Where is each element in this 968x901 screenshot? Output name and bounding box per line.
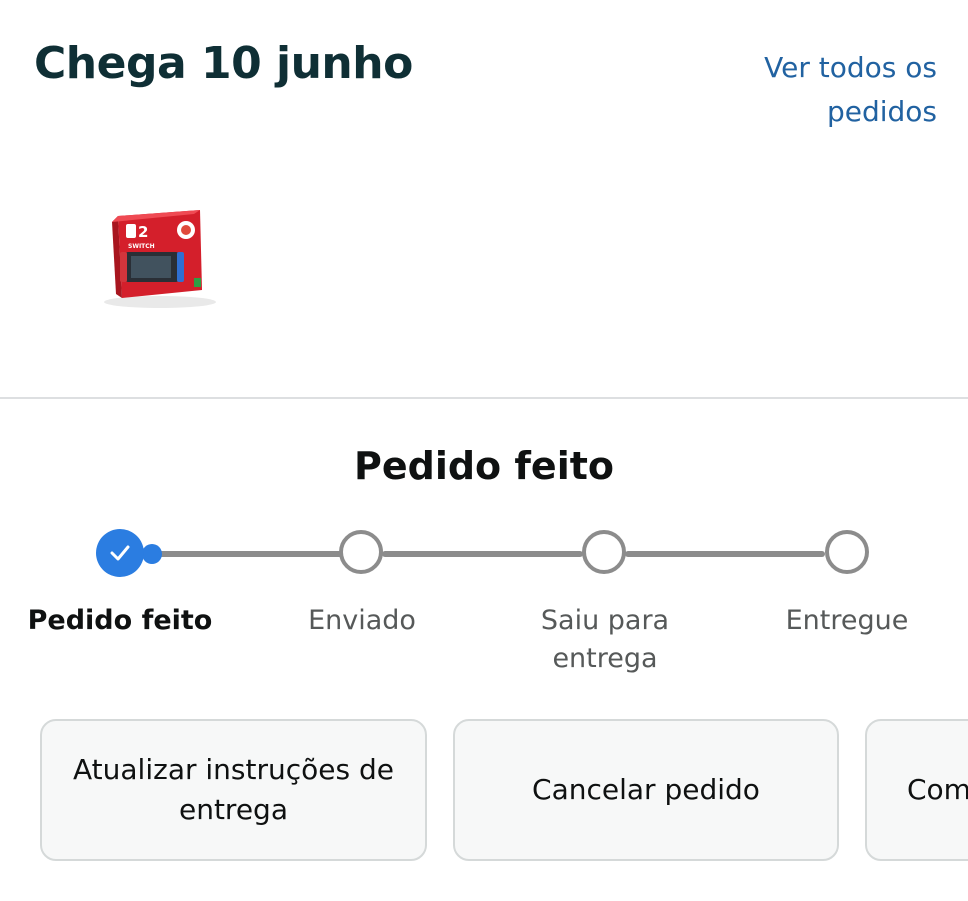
step-node-order-placed	[96, 529, 144, 577]
product-thumbnail[interactable]: 2 SWITCH	[98, 198, 222, 316]
progress-track-segment	[382, 551, 583, 557]
section-divider	[0, 397, 968, 399]
product-box-image: 2 SWITCH	[104, 210, 216, 308]
progress-track-segment	[625, 551, 825, 557]
update-delivery-instructions-button[interactable]: Atualizar instruções de entrega	[40, 719, 427, 861]
product-badge-text: 2	[138, 223, 148, 241]
step-node-delivered	[825, 530, 869, 574]
view-all-orders-link[interactable]: Ver todos os pedidos	[697, 46, 937, 134]
progress-tracker	[0, 520, 968, 590]
product-brand-text: SWITCH	[128, 243, 155, 250]
step-label-delivered: Entregue	[785, 605, 909, 636]
check-icon	[110, 545, 130, 561]
progress-track-segment	[130, 551, 360, 557]
step-node-out-for-delivery	[582, 530, 626, 574]
third-action-button[interactable]: Com	[865, 719, 968, 861]
order-status-title: Pedido feito	[354, 444, 614, 488]
progress-dot	[142, 544, 162, 564]
step-node-shipped	[339, 530, 383, 574]
step-label-order-placed: Pedido feito	[27, 605, 213, 636]
step-label-shipped: Enviado	[308, 605, 416, 636]
step-label-out-for-delivery: Saiu para entrega	[540, 605, 670, 674]
cancel-order-button[interactable]: Cancelar pedido	[453, 719, 839, 861]
arrival-date-title: Chega 10 junho	[34, 38, 413, 89]
